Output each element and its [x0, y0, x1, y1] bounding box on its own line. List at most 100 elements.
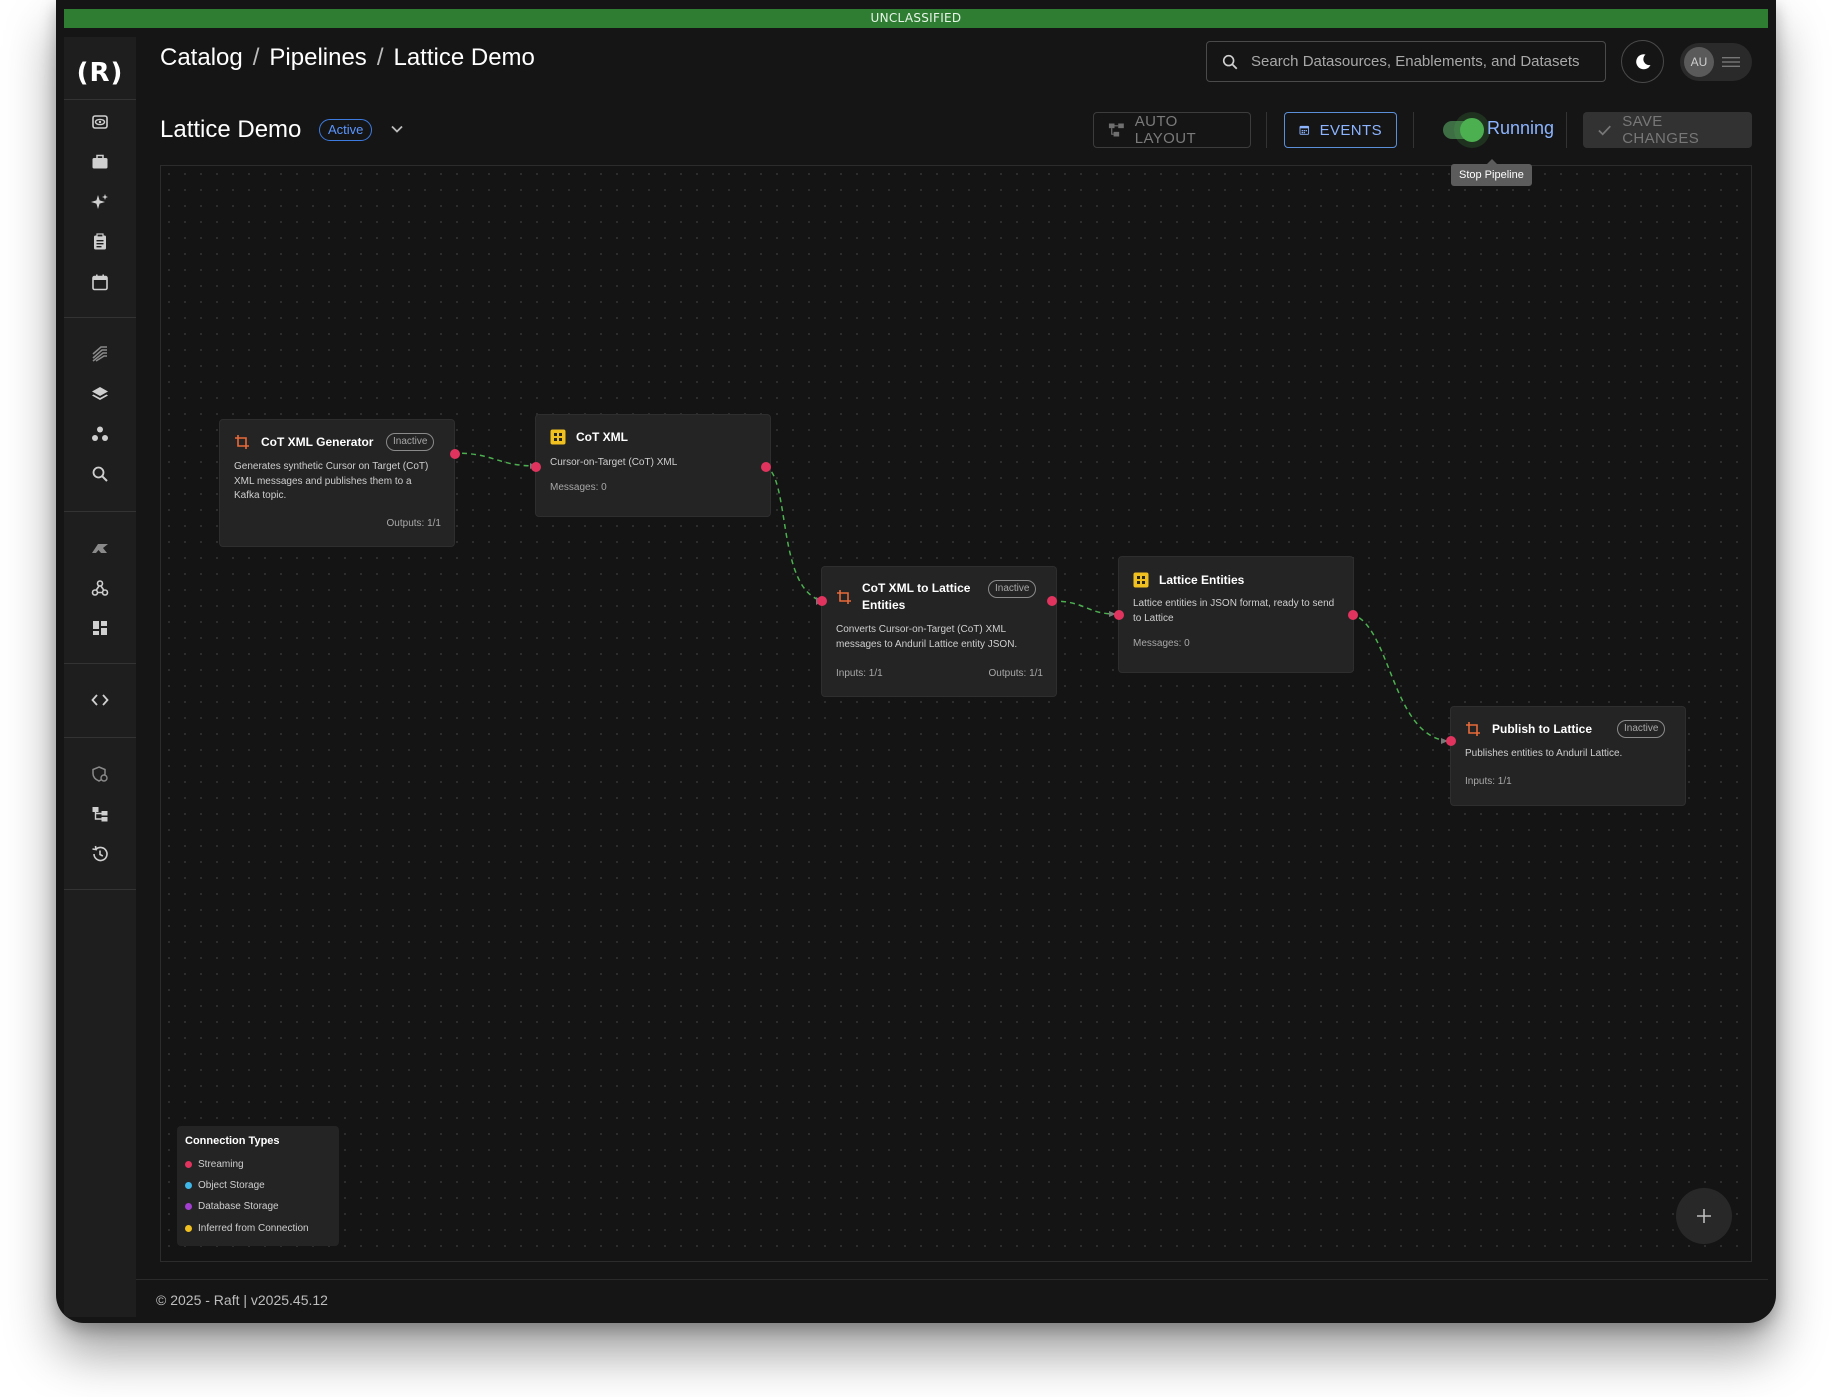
pipeline-canvas[interactable]: CoT XML Generator Inactive Generates syn… [160, 165, 1752, 1262]
sidebar-divider [64, 511, 136, 512]
node-messages: Messages: 0 [550, 482, 607, 493]
events-button[interactable]: EVENTS [1284, 112, 1397, 148]
edge-cotxml-to-transform [764, 465, 824, 602]
legend-label: Object Storage [198, 1180, 265, 1191]
output-port[interactable] [450, 449, 460, 459]
classification-banner: UNCLASSIFIED [64, 9, 1768, 28]
stack-lines-icon[interactable] [86, 340, 114, 368]
transform-icon [837, 590, 851, 604]
node-title: CoT XML to Lattice Entities [862, 581, 971, 612]
node-cot-xml-dataset[interactable]: CoT XML Cursor-on-Target (CoT) XML Messa… [531, 414, 771, 517]
node-cot-xml-generator[interactable]: CoT XML Generator Inactive Generates syn… [219, 419, 460, 547]
hierarchy-icon[interactable] [86, 800, 114, 828]
legend-item-database-storage: Database Storage [185, 1201, 279, 1212]
status-badge: Active [319, 119, 373, 141]
node-description: Cursor-on-Target (CoT) XML [550, 457, 678, 468]
node-publish-to-lattice[interactable]: Publish to Lattice Inactive Publishes en… [1446, 706, 1686, 806]
shield-icon[interactable] [86, 760, 114, 788]
status-badge: Inactive [988, 580, 1037, 598]
sidebar-divider [64, 889, 136, 890]
legend-dot [185, 1161, 192, 1168]
input-port[interactable] [817, 596, 827, 606]
legend-dot [185, 1182, 192, 1189]
input-port[interactable] [1114, 610, 1124, 620]
status-badge: Inactive [1617, 720, 1666, 738]
breadcrumb: Catalog / Pipelines / Lattice Demo [160, 44, 535, 72]
legend-title: Connection Types [185, 1135, 280, 1147]
output-port[interactable] [1348, 610, 1358, 620]
legend-dot [185, 1203, 192, 1210]
dataset-icon [550, 429, 566, 445]
node-description: Converts Cursor-on-Target (CoT) XML mess… [836, 624, 1018, 650]
save-changes-label: SAVE CHANGES [1622, 113, 1700, 147]
input-port[interactable] [1446, 736, 1456, 746]
legend-item-object-storage: Object Storage [185, 1180, 265, 1191]
footer-divider [136, 1279, 1768, 1280]
node-description: Generates synthetic Cursor on Target (Co… [234, 461, 429, 501]
breadcrumb-current: Lattice Demo [393, 44, 535, 71]
breadcrumb-catalog[interactable]: Catalog [160, 44, 243, 72]
input-port[interactable] [531, 462, 541, 472]
output-port[interactable] [1047, 596, 1057, 606]
breadcrumb-pipelines[interactable]: Pipelines [269, 44, 366, 72]
node-inputs: Inputs: 1/1 [836, 668, 883, 679]
auto-layout-icon [1108, 123, 1124, 137]
transform-icon [235, 435, 249, 449]
app-window: UNCLASSIFIED (R) Catalog / Pipelines / L… [56, 0, 1776, 1323]
output-port[interactable] [761, 462, 771, 472]
sparkles-icon[interactable] [86, 188, 114, 216]
pipeline-running-toggle[interactable] [1443, 118, 1484, 142]
avatar: AU [1684, 47, 1714, 77]
toolbar-divider [1566, 112, 1567, 148]
eye-icon[interactable] [86, 108, 114, 136]
running-label: Running [1487, 118, 1555, 138]
node-cot-to-lattice-transform[interactable]: CoT XML to Lattice Entities Inactive Con… [817, 566, 1057, 697]
legend-item-inferred: Inferred from Connection [185, 1223, 309, 1234]
raft-logo[interactable]: (R) [64, 47, 136, 99]
calendar-icon [1299, 125, 1310, 135]
clipboard-icon[interactable] [86, 228, 114, 256]
page-title: Lattice Demo [160, 116, 302, 143]
connection-types-legend: Connection Types Streaming Object Storag… [177, 1126, 339, 1246]
footer-version: | v2025.45.12 [243, 1292, 328, 1308]
edge-generator-to-cotxml [452, 452, 538, 467]
auto-layout-button[interactable]: AUTO LAYOUT [1093, 112, 1251, 148]
events-label: EVENTS [1319, 121, 1382, 139]
transform-icon [1466, 722, 1480, 736]
node-lattice-entities-dataset[interactable]: Lattice Entities Lattice entities in JSO… [1114, 556, 1358, 673]
briefcase-icon[interactable] [86, 148, 114, 176]
sidebar-divider [64, 317, 136, 318]
user-menu[interactable]: AU [1680, 43, 1752, 81]
search-icon [1222, 54, 1238, 69]
node-outputs: Outputs: 1/1 [386, 518, 441, 529]
footer-copyright: © 2025 - Raft [156, 1292, 240, 1308]
anduril-icon[interactable] [86, 534, 114, 562]
edge-transform-to-entities [1051, 600, 1117, 615]
node-inputs: Inputs: 1/1 [1465, 776, 1512, 787]
layers-icon[interactable] [86, 380, 114, 408]
search-input[interactable] [1251, 53, 1591, 70]
history-icon[interactable] [86, 840, 114, 868]
calendar-icon[interactable] [86, 268, 114, 296]
chevron-down-icon[interactable] [389, 121, 405, 137]
theme-toggle-button[interactable] [1621, 40, 1664, 83]
save-changes-button[interactable]: SAVE CHANGES [1583, 112, 1752, 148]
legend-label: Database Storage [198, 1201, 279, 1212]
global-search[interactable] [1206, 41, 1606, 82]
dashboard-icon[interactable] [86, 614, 114, 642]
node-description: Lattice entities in JSON format, ready t… [1133, 598, 1335, 624]
node-title: CoT XML [576, 430, 628, 444]
add-node-button[interactable] [1676, 1188, 1732, 1244]
sidebar: (R) [64, 37, 136, 1317]
nodes-icon[interactable] [86, 420, 114, 448]
webhook-icon[interactable] [86, 574, 114, 602]
status-badge: Inactive [386, 433, 435, 451]
search-icon[interactable] [86, 460, 114, 488]
legend-item-streaming: Streaming [185, 1159, 244, 1170]
legend-label: Inferred from Connection [198, 1223, 309, 1234]
sidebar-divider [64, 737, 136, 738]
code-icon[interactable] [86, 686, 114, 714]
sidebar-divider [64, 663, 136, 664]
toolbar-divider [1413, 112, 1414, 148]
toggle-knob [1460, 118, 1484, 142]
